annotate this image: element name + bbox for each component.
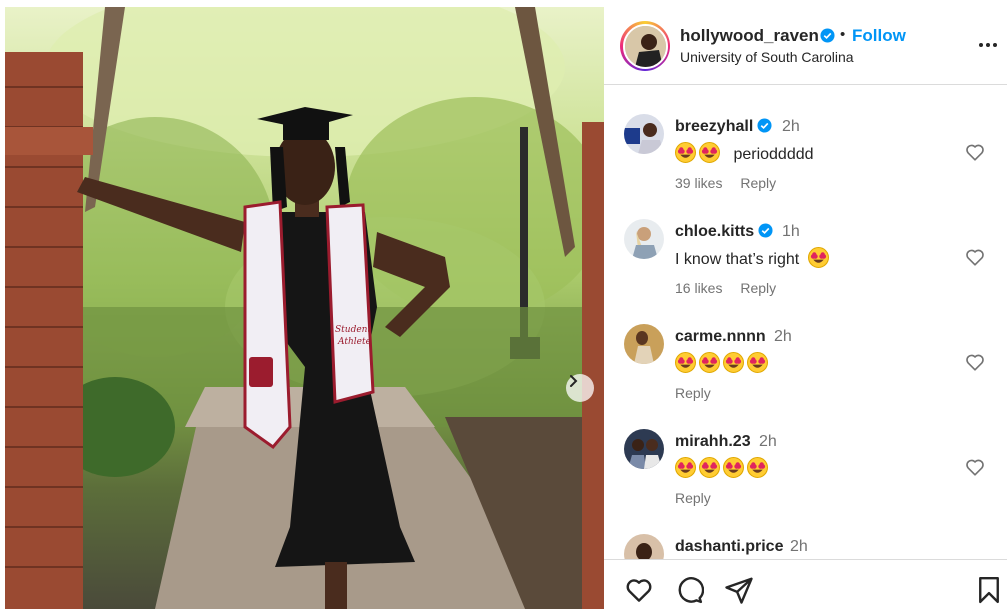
heart-icon[interactable]	[964, 141, 986, 163]
comment-item: chloe.kitts 1h I know that’s right 16 li…	[604, 191, 1007, 296]
heart-eyes-emoji	[747, 457, 768, 478]
comment-item: mirahh.23 2h Reply	[604, 401, 1007, 506]
comment-text: I know that’s right	[675, 247, 832, 269]
comment-username[interactable]: chloe.kitts	[675, 223, 773, 243]
verified-badge-icon	[757, 118, 772, 138]
author-avatar[interactable]	[620, 21, 670, 71]
comment-meta: Reply	[675, 490, 725, 506]
post-side-panel: hollywood_raven • Follow University of S…	[604, 7, 1007, 609]
comment-icon[interactable]	[674, 575, 705, 605]
heart-eyes-emoji	[807, 247, 829, 268]
comment-time: 2h	[782, 118, 800, 135]
comment-username[interactable]: carme.nnnn	[675, 328, 766, 346]
heart-eyes-emoji	[747, 352, 768, 373]
share-icon[interactable]	[724, 575, 754, 605]
post-location[interactable]: University of South Carolina	[680, 49, 854, 65]
verified-badge-icon	[758, 223, 773, 243]
verified-badge-icon	[820, 28, 835, 48]
reply-button[interactable]: Reply	[675, 490, 711, 506]
comment-username[interactable]: mirahh.23	[675, 433, 751, 451]
more-options-icon[interactable]	[976, 33, 1000, 57]
stole-text-line1: Student	[335, 325, 371, 335]
comment-text	[675, 352, 771, 374]
heart-eyes-emoji	[699, 457, 720, 478]
comment-item: dashanti.price 2h	[604, 506, 1007, 559]
photo-illustration: Student Athlete	[5, 7, 604, 609]
heart-eyes-emoji	[675, 352, 696, 373]
comment-time: 2h	[774, 328, 792, 345]
heart-icon[interactable]	[964, 351, 986, 373]
heart-icon[interactable]	[964, 246, 986, 268]
comment-username[interactable]: breezyhall	[675, 118, 772, 138]
comment-text: perioddddd	[675, 142, 814, 164]
avatar[interactable]	[624, 429, 664, 469]
heart-eyes-emoji	[699, 352, 720, 373]
reply-button[interactable]: Reply	[740, 280, 776, 296]
heart-eyes-emoji	[699, 142, 720, 163]
avatar-image	[624, 25, 666, 67]
comment-meta: 16 likes Reply	[675, 280, 790, 296]
heart-eyes-emoji	[723, 352, 744, 373]
comment-meta: 39 likes Reply	[675, 175, 790, 191]
reply-button[interactable]: Reply	[675, 385, 711, 401]
post-actions-bar	[604, 559, 1007, 609]
comment-meta: Reply	[675, 385, 725, 401]
heart-eyes-emoji	[675, 142, 696, 163]
post-photo[interactable]: Student Athlete	[5, 7, 604, 609]
post-header: hollywood_raven • Follow University of S…	[604, 7, 1007, 85]
avatar[interactable]	[624, 534, 664, 559]
comment-item: breezyhall 2h perioddddd 39 likes Reply	[604, 86, 1007, 191]
comment-time: 2h	[759, 433, 777, 450]
reply-button[interactable]: Reply	[740, 175, 776, 191]
stole-text-line2: Athlete	[337, 337, 371, 347]
header-separator: •	[840, 26, 846, 43]
comment-likes[interactable]: 39 likes	[675, 175, 722, 191]
heart-eyes-emoji	[675, 457, 696, 478]
bookmark-icon[interactable]	[974, 575, 1004, 605]
heart-icon[interactable]	[964, 456, 986, 478]
comments-list[interactable]: breezyhall 2h perioddddd 39 likes Reply …	[604, 86, 1007, 559]
follow-button[interactable]: Follow	[852, 26, 906, 46]
heart-eyes-emoji	[723, 457, 744, 478]
author-username[interactable]: hollywood_raven	[680, 26, 819, 46]
comment-username[interactable]: dashanti.price	[675, 538, 783, 556]
avatar[interactable]	[624, 324, 664, 364]
comment-item: carme.nnnn 2h Reply	[604, 296, 1007, 401]
comment-time: 1h	[782, 223, 800, 240]
chevron-right-icon	[570, 375, 578, 387]
comment-likes[interactable]: 16 likes	[675, 280, 722, 296]
comment-time: 2h	[790, 538, 808, 555]
avatar[interactable]	[624, 114, 664, 154]
heart-icon[interactable]	[624, 575, 654, 605]
comment-text	[675, 457, 771, 479]
avatar[interactable]	[624, 219, 664, 259]
next-photo-button[interactable]	[566, 374, 594, 402]
